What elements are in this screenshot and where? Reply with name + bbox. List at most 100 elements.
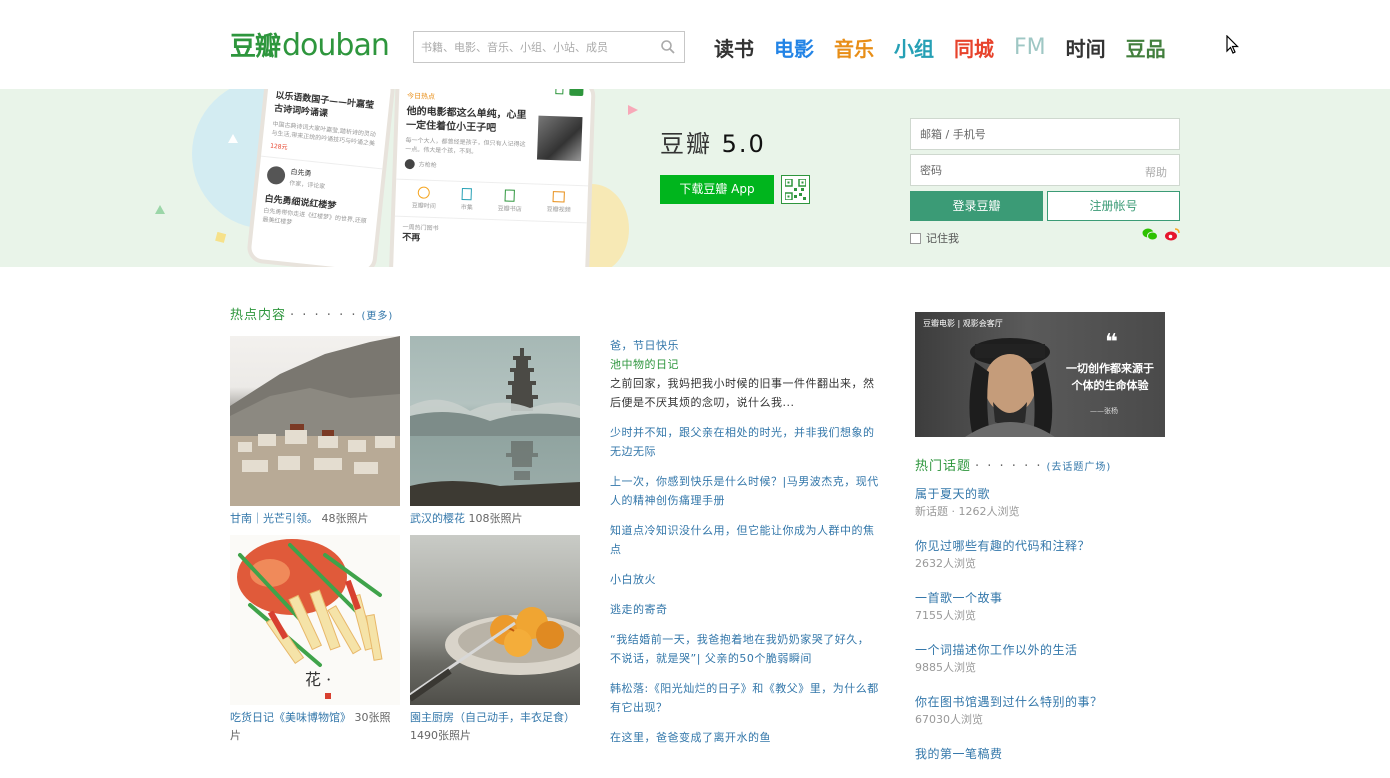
topic-item: 你在图书馆遇到过什么特别的事？ 67030人浏览 bbox=[915, 691, 1175, 728]
article-item: 上一次，你感到快乐是什么时候？|马男波杰克，现代人的精神创伤痛理手册 bbox=[610, 472, 880, 510]
app-name: 豆瓣 bbox=[660, 130, 712, 158]
topic-title[interactable]: 你在图书馆遇到过什么特别的事？ bbox=[915, 695, 1103, 709]
topic-item: 属于夏天的歌 新话题 · 1262人浏览 bbox=[915, 483, 1175, 520]
album-cover[interactable] bbox=[230, 336, 400, 506]
hot-more-link[interactable]: (更多) bbox=[361, 311, 393, 322]
login-button[interactable]: 登录豆瓣 bbox=[910, 191, 1043, 221]
article-source[interactable]: 池中物的日记 bbox=[610, 358, 679, 371]
nav-book[interactable]: 读书 bbox=[714, 33, 754, 62]
topic-meta: 2632人浏览 bbox=[915, 557, 976, 570]
topics-section-title: 热门话题 · · · · · · (去话题广场) bbox=[915, 455, 1111, 474]
article-item: 逃走的寄奇 bbox=[610, 600, 880, 619]
article-item: 爸，节日快乐 池中物的日记 之前回家，我妈把我小时候的旧事一件件翻出来，然后便是… bbox=[610, 336, 880, 412]
topic-title[interactable]: 你见过哪些有趣的代码和注释？ bbox=[915, 539, 1090, 553]
account-placeholder: 邮箱 / 手机号 bbox=[920, 128, 986, 141]
bag-icon bbox=[462, 187, 473, 201]
article-title[interactable]: 上一次，你感到快乐是什么时候？|马男波杰克，现代人的精神创伤痛理手册 bbox=[610, 475, 879, 507]
nav-fm[interactable]: FM bbox=[1014, 35, 1046, 60]
logo-en-text: douban bbox=[282, 28, 390, 63]
search-box bbox=[413, 31, 685, 63]
photo-album[interactable]: 甘南｜光芒引领。 48张照片 bbox=[230, 336, 400, 528]
app-title: 豆瓣 5.0 bbox=[660, 124, 766, 159]
hot-section-title: 热点内容 · · · · · · (更多) bbox=[230, 304, 393, 323]
article-item: 小白放火 bbox=[610, 570, 880, 589]
nav-group[interactable]: 小组 bbox=[894, 33, 934, 62]
chat-icon bbox=[569, 89, 584, 97]
register-button[interactable]: 注册帐号 bbox=[1047, 191, 1180, 221]
album-cover[interactable]: 花 · bbox=[230, 535, 400, 705]
album-caption[interactable]: 園主厨房（自己动手，丰衣足食） 1490张照片 bbox=[410, 709, 580, 745]
album-caption[interactable]: 甘南｜光芒引领。 48张照片 bbox=[230, 510, 400, 528]
phone-photo bbox=[536, 115, 583, 162]
calligraphy-art: 花 · bbox=[305, 670, 331, 689]
album-caption[interactable]: 吃货日记《美味博物馆》 30张照片 bbox=[230, 709, 400, 745]
topic-title[interactable]: 属于夏天的歌 bbox=[915, 487, 990, 501]
article-title[interactable]: “我结婚前一天，我爸抱着地在我奶奶家哭了好久，不说话，就是哭”| 父亲的50个脆… bbox=[610, 633, 869, 665]
download-app-button[interactable]: 下载豆瓣 App bbox=[660, 175, 774, 204]
photo-album[interactable]: 園主厨房（自己动手，丰衣足食） 1490张照片 bbox=[410, 535, 580, 745]
nav-music[interactable]: 音乐 bbox=[834, 33, 874, 62]
help-link[interactable]: 帮助 bbox=[1145, 164, 1167, 180]
password-field[interactable]: 密码 帮助 bbox=[910, 154, 1180, 186]
password-placeholder: 密码 bbox=[920, 164, 942, 177]
hot-title: 热点内容 bbox=[230, 308, 287, 323]
remember-checkbox[interactable] bbox=[910, 232, 921, 244]
phone-mockup-left: 以乐语数国子——叶嘉莹古诗词吟诵课 中国古典诗词大家叶嘉莹,踏析诗的灵动与生活,… bbox=[245, 89, 397, 267]
app-banner: 以乐语数国子——叶嘉莹古诗词吟诵课 中国古典诗词大家叶嘉莹,踏析诗的灵动与生活,… bbox=[0, 89, 1390, 267]
topic-title[interactable]: 一首歌一个故事 bbox=[915, 591, 1003, 605]
weibo-icon[interactable] bbox=[1164, 228, 1180, 244]
nav-market[interactable]: 豆品 bbox=[1126, 33, 1166, 62]
topics-more-link[interactable]: (去话题广场) bbox=[1046, 462, 1111, 473]
photo-album[interactable]: 武汉的樱花 108张照片 bbox=[410, 336, 580, 528]
article-title[interactable]: 逃走的寄奇 bbox=[610, 603, 668, 616]
nav-time[interactable]: 时间 bbox=[1066, 33, 1106, 62]
album-count: 108张照片 bbox=[468, 512, 523, 525]
article-title[interactable]: 知道点冷知识没什么用，但它能让你成为人群中的焦点 bbox=[610, 524, 875, 556]
qr-code-icon[interactable] bbox=[781, 175, 810, 204]
article-item: 韩松落:《阳光灿烂的日子》和《教父》里，为什么都有它出现？ bbox=[610, 679, 880, 717]
nav-movie[interactable]: 电影 bbox=[774, 33, 814, 62]
nav-location[interactable]: 同城 bbox=[954, 33, 994, 62]
article-title[interactable]: 韩松落:《阳光灿烂的日子》和《教父》里，为什么都有它出现？ bbox=[610, 682, 879, 714]
remember-label: 记住我 bbox=[926, 232, 959, 245]
quote-icon: ❝ bbox=[1105, 330, 1118, 355]
decor-triangle bbox=[228, 134, 238, 143]
album-cover[interactable] bbox=[410, 336, 580, 506]
phone-mockup-right: 今日热点 他的电影都这么单纯，心里一定住着位小王子吧 每一个大人，都曾经是孩子，… bbox=[388, 89, 596, 267]
topic-item: 一首歌一个故事 7155人浏览 bbox=[915, 587, 1175, 624]
phone-tab: 豆瓣视频 bbox=[546, 205, 571, 214]
phone-desc: 每一个大人，都曾经是孩子，但只有人记得这一点。伟大是个孩，不到。 bbox=[405, 136, 526, 156]
topic-meta: 9885人浏览 bbox=[915, 661, 976, 674]
album-title: 甘南｜光芒引领。 bbox=[230, 512, 318, 525]
scan-icon bbox=[555, 89, 564, 95]
article-title[interactable]: 小白放火 bbox=[610, 573, 656, 586]
album-cover[interactable] bbox=[410, 535, 580, 705]
decor-triangle bbox=[155, 205, 165, 214]
account-field[interactable]: 邮箱 / 手机号 bbox=[910, 118, 1180, 150]
article-item: 在这里，爸爸变成了离开水的鱼 bbox=[610, 728, 880, 747]
article-title[interactable]: 爸，节日快乐 bbox=[610, 339, 679, 352]
search-input[interactable] bbox=[414, 32, 650, 62]
phone-author: 方枪枪 bbox=[418, 160, 437, 169]
photo-album[interactable]: 花 · 吃货日记《美味博物馆》 30张照片 bbox=[230, 535, 400, 745]
movie-ad-banner[interactable]: 豆瓣电影 | 观影会客厅 ❝ 一切创作都来源于 个体的生命体验 ——张杨 bbox=[915, 312, 1165, 437]
topic-title[interactable]: 一个词描述你工作以外的生活 bbox=[915, 643, 1078, 657]
wechat-icon[interactable] bbox=[1142, 228, 1158, 244]
album-caption[interactable]: 武汉的樱花 108张照片 bbox=[410, 510, 580, 528]
article-title[interactable]: 少时并不知，跟父亲在相处的时光，并非我们想象的无边无际 bbox=[610, 426, 875, 458]
decor-triangle bbox=[628, 105, 638, 115]
phone-headline: 他的电影都这么单纯，心里一定住着位小王子吧 bbox=[405, 105, 527, 135]
login-form: 邮箱 / 手机号 密码 帮助 登录豆瓣 注册帐号 记住我 bbox=[910, 118, 1180, 246]
top-header: 豆瓣 douban 读书 电影 音乐 小组 同城 FM 时间 豆品 bbox=[0, 0, 1390, 89]
app-version: 5.0 bbox=[721, 130, 766, 158]
phone-tab: 市集 bbox=[460, 203, 473, 212]
douban-logo[interactable]: 豆瓣 douban bbox=[230, 26, 390, 66]
main-nav: 读书 电影 音乐 小组 同城 FM 时间 豆品 bbox=[714, 30, 1186, 64]
ad-line2: 个体的生命体验 bbox=[1071, 379, 1149, 392]
ad-signature: ——张杨 bbox=[1090, 407, 1118, 415]
topic-title[interactable]: 我的第一笔稿费 bbox=[915, 747, 1003, 761]
album-count: 1490张照片 bbox=[410, 729, 471, 742]
phone-tab: 豆瓣时间 bbox=[411, 202, 436, 211]
search-icon[interactable] bbox=[660, 39, 676, 55]
article-title[interactable]: 在这里，爸爸变成了离开水的鱼 bbox=[610, 731, 771, 744]
